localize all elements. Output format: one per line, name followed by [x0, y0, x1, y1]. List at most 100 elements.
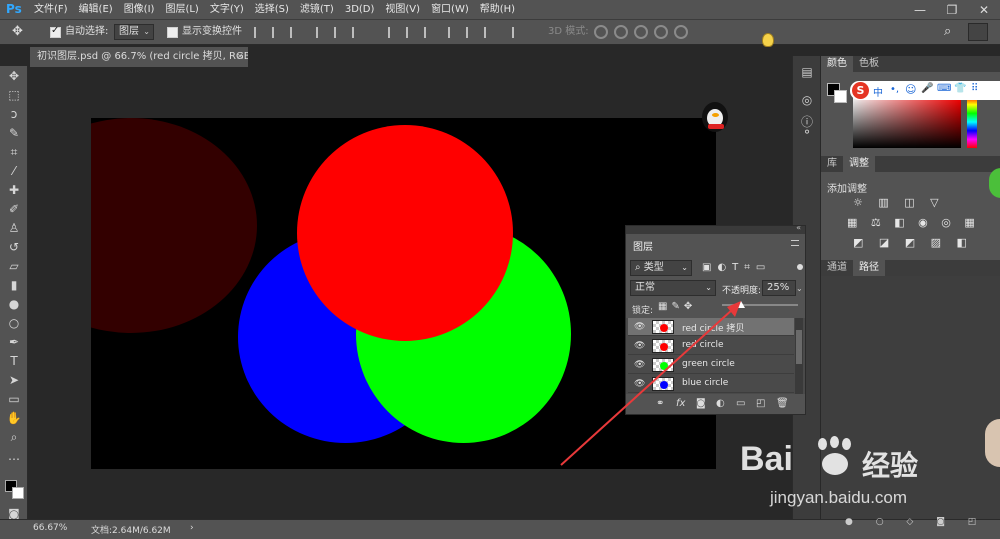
distribute-bottom-icon[interactable] [424, 27, 434, 38]
align-bottom-icon[interactable] [290, 27, 300, 38]
align-top-icon[interactable] [254, 27, 264, 38]
dock-bottom-icons[interactable]: ● ○ ◇ ◙ ◰ ▭ [845, 517, 1000, 527]
gradient-icon[interactable]: ▮ [5, 277, 23, 293]
ime-punct-mode[interactable]: •, [890, 84, 899, 95]
collapse-icon[interactable]: « [796, 223, 801, 232]
document-tab[interactable]: 初识图层.psd @ 66.7% (red circle 拷贝, RGB/8) … [30, 47, 248, 67]
hand-icon[interactable]: ✋ [5, 410, 23, 426]
dodge-icon[interactable]: ○ [5, 315, 23, 331]
tab-color[interactable]: 颜色 [821, 56, 853, 72]
menu-layer[interactable]: 图层(L) [165, 0, 198, 20]
pen-icon[interactable]: ✒ [5, 334, 23, 350]
3d-drag-icon[interactable] [634, 25, 648, 39]
crop-icon[interactable]: ⌗ [5, 144, 23, 160]
ime-mic-icon[interactable]: 🎤 [921, 83, 933, 94]
align-left-icon[interactable] [316, 27, 326, 38]
distribute-top-icon[interactable] [388, 27, 398, 38]
menu-filter[interactable]: 滤镜(T) [300, 0, 334, 20]
search-icon[interactable]: ⌕ [944, 24, 951, 39]
opacity-input[interactable]: 25% [762, 280, 796, 296]
distribute-left-icon[interactable] [448, 27, 458, 38]
color-bg-swatch[interactable] [834, 90, 847, 103]
blend-mode-dropdown[interactable]: 正常 ⌄ [630, 280, 716, 296]
layers-panel-titlebar[interactable]: « [626, 223, 805, 234]
history-icon[interactable]: ▤ [799, 64, 815, 80]
distribute-vcenter-icon[interactable] [406, 27, 416, 38]
healing-icon[interactable]: ✚ [5, 182, 23, 198]
minimize-button[interactable]: — [904, 0, 936, 20]
eraser-icon[interactable]: ▱ [5, 258, 23, 274]
sogou-logo-icon[interactable]: S [852, 82, 869, 99]
status-menu-arrow-icon[interactable]: › [190, 523, 194, 533]
menu-image[interactable]: 图像(I) [124, 0, 155, 20]
align-vcenter-icon[interactable] [272, 27, 282, 38]
lasso-icon[interactable]: ↄ [5, 106, 23, 122]
zoom-icon[interactable]: ⌕ [5, 429, 23, 445]
close-icon[interactable]: × [236, 47, 244, 67]
restore-button[interactable]: ❐ [936, 0, 968, 20]
type-icon[interactable]: T [5, 353, 23, 369]
history-brush-icon[interactable]: ↺ [5, 239, 23, 255]
menu-help[interactable]: 帮助(H) [480, 0, 515, 20]
menu-window[interactable]: 窗口(W) [431, 0, 469, 20]
stamp-icon[interactable]: ♙ [5, 220, 23, 236]
new-layer-icon[interactable]: ◰ [756, 398, 765, 409]
show-transform-checkbox[interactable] [167, 27, 178, 38]
blur-icon[interactable]: ● [5, 296, 23, 312]
close-button[interactable]: ✕ [968, 0, 1000, 20]
distribute-right-icon[interactable] [484, 27, 494, 38]
layers-scroll-thumb[interactable] [796, 330, 802, 364]
layer-filter-dropdown[interactable]: ⌕ 类型 ⌄ [630, 260, 692, 276]
shape-icon[interactable]: ▭ [5, 391, 23, 407]
align-right-icon[interactable] [352, 27, 362, 38]
color-field[interactable] [853, 96, 961, 148]
tab-adjustments[interactable]: 调整 [843, 156, 875, 172]
3d-scale-icon[interactable] [674, 25, 688, 39]
3d-rotate-icon[interactable] [594, 25, 608, 39]
layers-panel-title[interactable]: 图层 [633, 238, 653, 253]
ime-emoji-icon[interactable]: ☺ [905, 83, 916, 96]
ime-chinese-mode[interactable]: 中 [873, 84, 883, 99]
zoom-level[interactable]: 66.67% [33, 523, 67, 533]
menu-3d[interactable]: 3D(D) [345, 0, 375, 20]
adjustment-icons-row-1[interactable]: ☼ ▥ ◫ ▽ [853, 196, 945, 209]
adjustment-icons-row-2[interactable]: ▦ ⚖ ◧ ◉ ◎ ▦ [847, 216, 980, 229]
ime-menu-icon[interactable]: ⠿ [971, 83, 978, 94]
properties-icon[interactable]: ◎ [799, 92, 815, 108]
path-select-icon[interactable]: ➤ [5, 372, 23, 388]
auto-align-icon[interactable] [512, 27, 522, 38]
menu-view[interactable]: 视图(V) [385, 0, 420, 20]
more-tools-icon[interactable]: … [5, 448, 23, 464]
ime-keyboard-icon[interactable]: ⌨ [937, 83, 951, 94]
menu-file[interactable]: 文件(F) [34, 0, 68, 20]
trash-icon[interactable]: 🗑 [776, 398, 789, 409]
tab-swatches[interactable]: 色板 [853, 56, 885, 72]
tab-libraries[interactable]: 库 [821, 156, 843, 172]
character-icon[interactable]: ⚬ [799, 124, 815, 140]
tab-channels[interactable]: 通道 [821, 260, 853, 276]
menu-select[interactable]: 选择(S) [255, 0, 289, 20]
ime-skin-icon[interactable]: 👕 [954, 83, 966, 94]
align-hcenter-icon[interactable] [334, 27, 344, 38]
tips-bulb-icon[interactable] [762, 33, 774, 47]
eyedropper-icon[interactable]: ⁄ [5, 163, 23, 179]
menu-edit[interactable]: 编辑(E) [79, 0, 113, 20]
quick-select-icon[interactable]: ✎ [5, 125, 23, 141]
auto-select-dropdown[interactable]: 图层 ⌄ [114, 24, 154, 40]
workspace-switcher-icon[interactable] [968, 23, 988, 41]
adjustment-icons-row-3[interactable]: ◩ ◪ ◩ ▨ ◧ [853, 236, 973, 249]
move-icon[interactable]: ✥ [5, 68, 23, 84]
auto-select-checkbox[interactable] [50, 25, 61, 38]
menu-type[interactable]: 文字(Y) [210, 0, 244, 20]
layers-scrollbar[interactable] [795, 318, 803, 394]
brush-icon[interactable]: ✐ [5, 201, 23, 217]
panel-menu-icon[interactable] [791, 240, 799, 246]
3d-slide-icon[interactable] [654, 25, 668, 39]
layer-filter-icons[interactable]: ▣◐T⌗▭ [702, 262, 771, 273]
tab-paths[interactable]: 路径 [853, 260, 885, 276]
marquee-icon[interactable]: ⬚ [5, 87, 23, 103]
distribute-hcenter-icon[interactable] [466, 27, 476, 38]
move-tool-icon[interactable]: ✥ [12, 24, 30, 40]
background-color-swatch[interactable] [12, 487, 24, 499]
3d-roll-icon[interactable] [614, 25, 628, 39]
